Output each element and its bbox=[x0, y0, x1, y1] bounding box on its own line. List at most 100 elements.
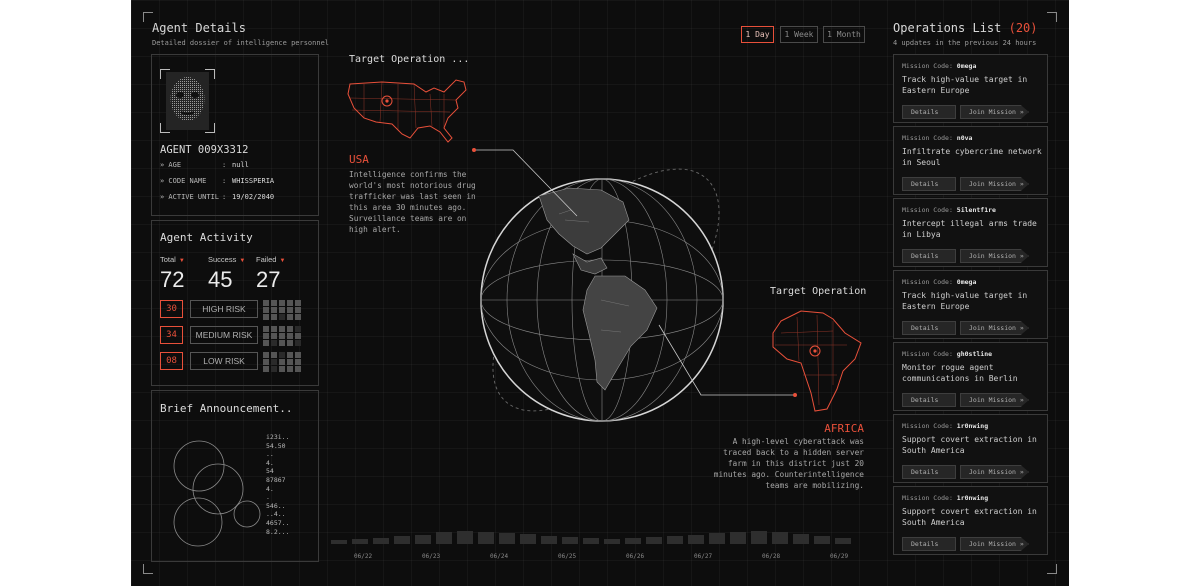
agent-field-separator: : bbox=[222, 177, 227, 185]
agent-activity-panel: Agent Activity Total ▼ 72 Success ▼ 45 Failed ▼… bbox=[151, 220, 319, 386]
mission-code-label: Mission Code: bbox=[902, 422, 957, 430]
join-mission-button[interactable]: Join Mission » bbox=[960, 465, 1029, 479]
details-button[interactable]: Details bbox=[902, 393, 956, 407]
operations-count: (20) bbox=[1008, 21, 1038, 35]
announcement-number: 54 bbox=[266, 467, 274, 476]
timeline-bar bbox=[604, 539, 620, 544]
timeframe-1-week-button[interactable]: 1 Week bbox=[780, 26, 818, 43]
risk-label: LOW RISK bbox=[190, 352, 258, 370]
africa-label: AFRICA bbox=[824, 422, 864, 435]
risk-grid-cell bbox=[279, 307, 285, 313]
announcement-number: 4. bbox=[266, 484, 274, 493]
risk-grid-cell bbox=[263, 340, 269, 346]
timeline-bar bbox=[646, 537, 662, 544]
risk-grid-cell bbox=[263, 352, 269, 358]
agent-field-separator: : bbox=[222, 193, 227, 201]
join-mission-button[interactable]: Join Mission » bbox=[960, 249, 1029, 263]
announcement-number: ..4.. bbox=[266, 510, 286, 519]
risk-grid-cell bbox=[271, 333, 277, 339]
risk-grid-cell bbox=[271, 314, 277, 320]
join-mission-button[interactable]: Join Mission » bbox=[960, 105, 1029, 119]
timeframe-1-month-button[interactable]: 1 Month bbox=[823, 26, 865, 43]
announcement-number: i23i.. bbox=[266, 433, 290, 441]
frame-corner bbox=[1047, 12, 1057, 22]
announcement-number: . bbox=[266, 493, 270, 502]
risk-grid-cell bbox=[287, 340, 293, 346]
risk-grid-cell bbox=[287, 300, 293, 306]
risk-grid-cell bbox=[279, 340, 285, 346]
timeline-bar bbox=[688, 535, 704, 544]
join-mission-button[interactable]: Join Mission » bbox=[960, 177, 1029, 191]
timeline-bar bbox=[520, 534, 536, 544]
announcement-number: 87867 bbox=[266, 475, 286, 484]
risk-grid-cell bbox=[295, 326, 301, 332]
stat-label[interactable]: Failed ▼ bbox=[256, 255, 285, 264]
timeline-bar bbox=[730, 532, 746, 544]
operation-card: Mission Code: 1r0nwing Support covert ext… bbox=[893, 414, 1048, 483]
mission-code-value: n0va bbox=[956, 134, 973, 142]
timeline-date-label: 06/22 bbox=[354, 553, 373, 560]
risk-label: MEDIUM RISK bbox=[190, 326, 258, 344]
announcement-number: .. bbox=[266, 450, 274, 459]
details-button[interactable]: Details bbox=[902, 249, 956, 263]
timeline-bar bbox=[751, 531, 767, 544]
agent-field-value: null bbox=[232, 161, 249, 169]
dashboard-frame: Agent Details Detailed dossier of intell… bbox=[131, 0, 1069, 586]
risk-grid-cell bbox=[279, 314, 285, 320]
risk-grid-cell bbox=[295, 314, 301, 320]
announcement-title: Brief Announcement.. bbox=[160, 402, 293, 415]
details-button[interactable]: Details bbox=[902, 105, 956, 119]
timeframe-1-day-button[interactable]: 1 Day bbox=[741, 26, 774, 43]
risk-grid-cell bbox=[287, 307, 293, 313]
risk-grid-cell bbox=[295, 340, 301, 346]
mission-description: Track high-value target in Eastern Europ… bbox=[902, 291, 1028, 311]
operation-card: Mission Code: 0mega Track high-value targ… bbox=[893, 270, 1048, 339]
risk-grid-cell bbox=[263, 314, 269, 320]
risk-grid-cell bbox=[287, 326, 293, 332]
timeline-bar bbox=[436, 532, 452, 544]
risk-grid-cell bbox=[263, 333, 269, 339]
risk-grid-cell bbox=[287, 333, 293, 339]
mission-description: Support covert extraction in South Ameri… bbox=[902, 507, 1037, 527]
risk-count: 30 bbox=[160, 300, 183, 318]
timeline-bar bbox=[457, 531, 473, 544]
join-mission-button[interactable]: Join Mission » bbox=[960, 537, 1029, 551]
mission-code-label: Mission Code: bbox=[902, 62, 957, 70]
mission-code-label: Mission Code: bbox=[902, 134, 957, 142]
details-button[interactable]: Details bbox=[902, 177, 956, 191]
mission-code-label: Mission Code: bbox=[902, 494, 957, 502]
details-button[interactable]: Details bbox=[902, 537, 956, 551]
mission-code-value: 0mega bbox=[956, 278, 977, 286]
stat-label[interactable]: Total ▼ bbox=[160, 255, 185, 264]
risk-grid-cell bbox=[271, 300, 277, 306]
announcement-circles-graphic bbox=[173, 440, 261, 547]
mission-code-value: 5ilentf1re bbox=[956, 206, 996, 214]
timeline-date-label: 06/27 bbox=[694, 553, 713, 560]
risk-count: 08 bbox=[160, 352, 183, 370]
agent-field-value: WHISSPERIA bbox=[232, 177, 275, 185]
operation-card: Mission Code: 0mega Track high-value targ… bbox=[893, 54, 1048, 123]
mission-code: Mission Code: 5ilentf1re bbox=[902, 206, 996, 214]
details-button[interactable]: Details bbox=[902, 465, 956, 479]
operation-card: Mission Code: gh0stline Monitor rogue age… bbox=[893, 342, 1048, 411]
details-button[interactable]: Details bbox=[902, 321, 956, 335]
risk-grid-cell bbox=[295, 307, 301, 313]
risk-grid-cell bbox=[271, 307, 277, 313]
join-mission-button[interactable]: Join Mission » bbox=[960, 321, 1029, 335]
risk-grid-cell bbox=[271, 352, 277, 358]
agent-face-icon bbox=[166, 72, 209, 130]
operations-subtitle: 4 updates in the previous 24 hours bbox=[893, 39, 1037, 47]
operations-title: Operations List (20) bbox=[893, 21, 1038, 35]
timeline-bar bbox=[667, 536, 683, 544]
operation-card: Mission Code: 5ilentf1re Intercept illega… bbox=[893, 198, 1048, 267]
risk-grid-cell bbox=[271, 326, 277, 332]
join-mission-button[interactable]: Join Mission » bbox=[960, 393, 1029, 407]
stat-label[interactable]: Success ▼ bbox=[208, 255, 245, 264]
mission-code: Mission Code: 0mega bbox=[902, 62, 976, 70]
risk-grid-cell bbox=[263, 300, 269, 306]
agent-field-separator: : bbox=[222, 161, 227, 169]
caret-down-icon: ▼ bbox=[178, 258, 185, 264]
risk-grid-cell bbox=[271, 359, 277, 365]
risk-grid-cell bbox=[295, 300, 301, 306]
timeline-bar bbox=[478, 532, 494, 544]
